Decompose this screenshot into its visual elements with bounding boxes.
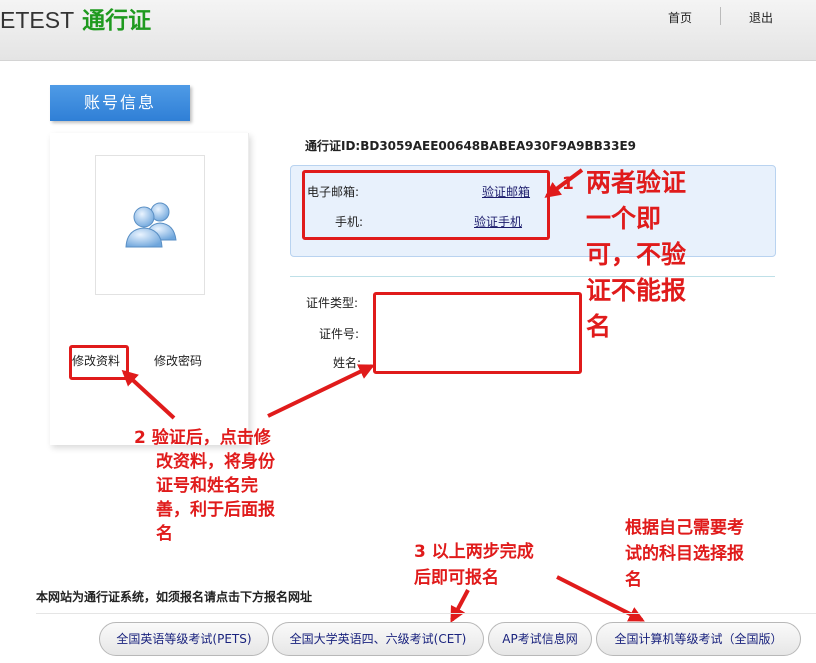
id-type-label: 证件类型: — [306, 296, 359, 310]
arrow-to-id-fields — [267, 364, 375, 418]
site-logo[interactable]: ETEST 通行证 — [0, 6, 151, 35]
avatar — [95, 155, 205, 295]
annotation-1-line: 可，不验 — [586, 240, 687, 269]
annotation-1-line: 一个即 — [586, 204, 662, 233]
name-label: 姓名: — [333, 356, 362, 370]
annotation-3: 3 以上两步完成 后即可报名 — [414, 539, 534, 591]
nav-divider — [720, 7, 721, 25]
users-icon — [125, 202, 177, 248]
link-cet[interactable]: 全国大学英语四、六级考试(CET) — [272, 622, 484, 656]
edit-profile-highlight-box — [69, 345, 129, 380]
annotation-2: 2 验证后，点击修 改资料，将身份 证号和姓名完 善，利于后面报 名 — [134, 426, 275, 546]
id-fields-highlight-box — [373, 292, 582, 374]
annotation-2-line: 名 — [156, 524, 173, 544]
link-ncre[interactable]: 全国计算机等级考试（全国版） — [596, 622, 801, 656]
annotation-3-line: 3 以上两步完成 — [414, 542, 534, 562]
top-header: ETEST 通行证 首页 退出 — [0, 0, 816, 61]
annotation-1-line: 名 — [586, 312, 612, 341]
logo-brand: ETEST — [0, 7, 75, 33]
footer-divider — [36, 613, 816, 614]
annotation-1-line: 两者验证 — [586, 168, 687, 197]
annotation-4-line: 试的科目选择报 — [625, 544, 744, 564]
tab-account-info[interactable]: 账号信息 — [50, 85, 190, 121]
passport-id: 通行证ID:BD3059AEE00648BABEA930F9A9BB33E9 — [305, 139, 636, 153]
nav-home-link[interactable]: 首页 — [668, 9, 692, 26]
section-divider — [290, 276, 775, 277]
link-ap[interactable]: AP考试信息网 — [488, 622, 592, 656]
logo-passport: 通行证 — [82, 8, 152, 34]
annotation-4-line: 名 — [625, 570, 642, 590]
nav-logout-link[interactable]: 退出 — [749, 9, 773, 26]
arrow-to-cet-link — [450, 589, 470, 623]
id-number-label: 证件号: — [319, 327, 360, 341]
link-pets[interactable]: 全国英语等级考试(PETS) — [99, 622, 269, 656]
annotation-3-line: 后即可报名 — [414, 568, 499, 588]
annotation-1-number: 1 — [562, 174, 574, 194]
annotation-4: 根据自己需要考 试的科目选择报 名 — [625, 515, 744, 593]
registration-note: 本网站为通行证系统，如须报名请点击下方报名网址 — [36, 590, 313, 604]
annotation-2-line: 证号和姓名完 — [156, 476, 258, 496]
verify-highlight-box — [302, 170, 550, 240]
annotation-2-line: 2 验证后，点击修 — [134, 428, 271, 448]
annotation-2-line: 善，利于后面报 — [156, 500, 275, 520]
annotation-2-line: 改资料，将身份 — [156, 452, 275, 472]
annotation-1: 两者验证 一个即 可，不验 证不能报 名 — [586, 165, 686, 345]
change-password-link[interactable]: 修改密码 — [154, 352, 202, 369]
annotation-1-line: 证不能报 — [586, 276, 687, 305]
annotation-4-line: 根据自己需要考 — [625, 518, 744, 538]
